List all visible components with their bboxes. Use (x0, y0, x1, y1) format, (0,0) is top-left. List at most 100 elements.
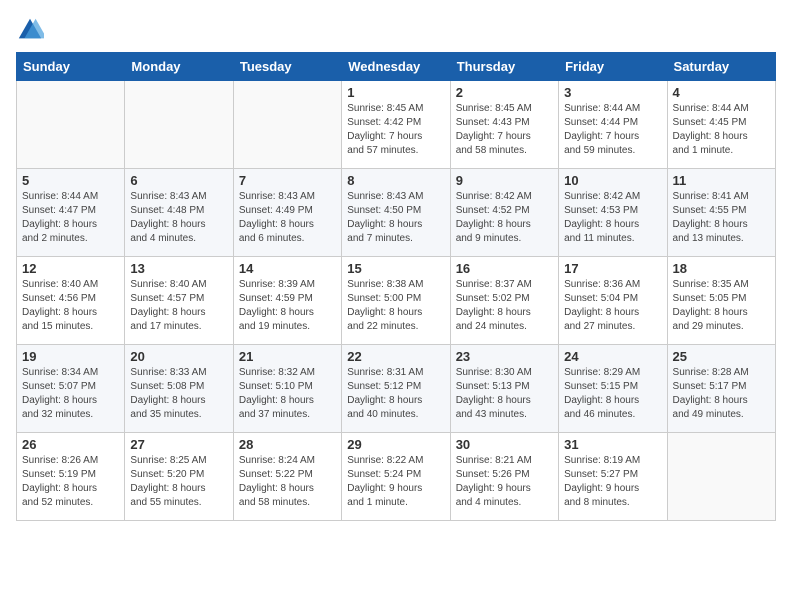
day-info: Sunrise: 8:44 AM Sunset: 4:45 PM Dayligh… (673, 102, 770, 158)
calendar-week-row: 19 Sunrise: 8:34 AM Sunset: 5:07 PM Dayli… (17, 345, 776, 433)
day-info: Sunrise: 8:30 AM Sunset: 5:13 PM Dayligh… (456, 366, 553, 422)
day-number: 3 (564, 85, 661, 100)
day-number: 4 (673, 85, 770, 100)
day-info: Sunrise: 8:34 AM Sunset: 5:07 PM Dayligh… (22, 366, 119, 422)
day-info: Sunrise: 8:22 AM Sunset: 5:24 PM Dayligh… (347, 454, 444, 510)
calendar-cell: 2 Sunrise: 8:45 AM Sunset: 4:43 PM Daylig… (450, 81, 558, 169)
day-info: Sunrise: 8:37 AM Sunset: 5:02 PM Dayligh… (456, 278, 553, 334)
day-number: 2 (456, 85, 553, 100)
day-number: 21 (239, 349, 336, 364)
day-info: Sunrise: 8:39 AM Sunset: 4:59 PM Dayligh… (239, 278, 336, 334)
column-header-friday: Friday (559, 53, 667, 81)
calendar-cell: 31 Sunrise: 8:19 AM Sunset: 5:27 PM Dayli… (559, 433, 667, 521)
day-number: 15 (347, 261, 444, 276)
calendar-cell (233, 81, 341, 169)
calendar-cell: 15Sunrise: 8:38 AM Sunset: 5:00 PM Dayli… (342, 257, 450, 345)
calendar-cell: 26 Sunrise: 8:26 AM Sunset: 5:19 PM Dayli… (17, 433, 125, 521)
day-number: 16 (456, 261, 553, 276)
calendar-cell: 25 Sunrise: 8:28 AM Sunset: 5:17 PM Dayli… (667, 345, 775, 433)
day-info: Sunrise: 8:45 AM Sunset: 4:43 PM Dayligh… (456, 102, 553, 158)
day-info: Sunrise: 8:25 AM Sunset: 5:20 PM Dayligh… (130, 454, 227, 510)
day-number: 17 (564, 261, 661, 276)
calendar-cell: 6 Sunrise: 8:43 AM Sunset: 4:48 PM Daylig… (125, 169, 233, 257)
logo-icon (16, 16, 44, 44)
day-info: Sunrise: 8:24 AM Sunset: 5:22 PM Dayligh… (239, 454, 336, 510)
day-number: 10 (564, 173, 661, 188)
day-number: 31 (564, 437, 661, 452)
calendar-cell: 12 Sunrise: 8:40 AM Sunset: 4:56 PM Dayli… (17, 257, 125, 345)
calendar-cell (667, 433, 775, 521)
calendar-week-row: 12 Sunrise: 8:40 AM Sunset: 4:56 PM Dayli… (17, 257, 776, 345)
day-number: 28 (239, 437, 336, 452)
day-info: Sunrise: 8:28 AM Sunset: 5:17 PM Dayligh… (673, 366, 770, 422)
day-number: 23 (456, 349, 553, 364)
day-info: Sunrise: 8:19 AM Sunset: 5:27 PM Dayligh… (564, 454, 661, 510)
day-number: 20 (130, 349, 227, 364)
day-info: Sunrise: 8:43 AM Sunset: 4:49 PM Dayligh… (239, 190, 336, 246)
day-info: Sunrise: 8:45 AM Sunset: 4:42 PM Dayligh… (347, 102, 444, 158)
calendar-cell (17, 81, 125, 169)
calendar-cell: 11Sunrise: 8:41 AM Sunset: 4:55 PM Dayli… (667, 169, 775, 257)
day-info: Sunrise: 8:40 AM Sunset: 4:57 PM Dayligh… (130, 278, 227, 334)
day-number: 18 (673, 261, 770, 276)
day-number: 6 (130, 173, 227, 188)
day-info: Sunrise: 8:42 AM Sunset: 4:52 PM Dayligh… (456, 190, 553, 246)
calendar-cell: 21 Sunrise: 8:32 AM Sunset: 5:10 PM Dayli… (233, 345, 341, 433)
calendar-cell: 3Sunrise: 8:44 AM Sunset: 4:44 PM Daylig… (559, 81, 667, 169)
calendar-cell: 22 Sunrise: 8:31 AM Sunset: 5:12 PM Dayli… (342, 345, 450, 433)
column-header-wednesday: Wednesday (342, 53, 450, 81)
day-info: Sunrise: 8:35 AM Sunset: 5:05 PM Dayligh… (673, 278, 770, 334)
calendar-cell: 23 Sunrise: 8:30 AM Sunset: 5:13 PM Dayli… (450, 345, 558, 433)
calendar-cell: 30 Sunrise: 8:21 AM Sunset: 5:26 PM Dayli… (450, 433, 558, 521)
calendar-header-row: SundayMondayTuesdayWednesdayThursdayFrid… (17, 53, 776, 81)
day-info: Sunrise: 8:31 AM Sunset: 5:12 PM Dayligh… (347, 366, 444, 422)
calendar-cell: 29 Sunrise: 8:22 AM Sunset: 5:24 PM Dayli… (342, 433, 450, 521)
day-number: 22 (347, 349, 444, 364)
day-number: 24 (564, 349, 661, 364)
day-number: 5 (22, 173, 119, 188)
day-number: 9 (456, 173, 553, 188)
calendar-cell: 10 Sunrise: 8:42 AM Sunset: 4:53 PM Dayli… (559, 169, 667, 257)
calendar-week-row: 26 Sunrise: 8:26 AM Sunset: 5:19 PM Dayli… (17, 433, 776, 521)
calendar-cell: 19 Sunrise: 8:34 AM Sunset: 5:07 PM Dayli… (17, 345, 125, 433)
day-info: Sunrise: 8:26 AM Sunset: 5:19 PM Dayligh… (22, 454, 119, 510)
calendar-cell: 7 Sunrise: 8:43 AM Sunset: 4:49 PM Daylig… (233, 169, 341, 257)
day-info: Sunrise: 8:43 AM Sunset: 4:48 PM Dayligh… (130, 190, 227, 246)
day-info: Sunrise: 8:36 AM Sunset: 5:04 PM Dayligh… (564, 278, 661, 334)
day-number: 8 (347, 173, 444, 188)
calendar-cell: 28 Sunrise: 8:24 AM Sunset: 5:22 PM Dayli… (233, 433, 341, 521)
day-info: Sunrise: 8:43 AM Sunset: 4:50 PM Dayligh… (347, 190, 444, 246)
day-number: 19 (22, 349, 119, 364)
calendar-week-row: 5 Sunrise: 8:44 AM Sunset: 4:47 PM Daylig… (17, 169, 776, 257)
day-info: Sunrise: 8:44 AM Sunset: 4:47 PM Dayligh… (22, 190, 119, 246)
day-info: Sunrise: 8:21 AM Sunset: 5:26 PM Dayligh… (456, 454, 553, 510)
calendar-cell: 5 Sunrise: 8:44 AM Sunset: 4:47 PM Daylig… (17, 169, 125, 257)
calendar-cell: 14 Sunrise: 8:39 AM Sunset: 4:59 PM Dayli… (233, 257, 341, 345)
day-number: 27 (130, 437, 227, 452)
calendar-cell: 8 Sunrise: 8:43 AM Sunset: 4:50 PM Daylig… (342, 169, 450, 257)
day-number: 14 (239, 261, 336, 276)
page-header (16, 16, 776, 44)
calendar-cell: 4 Sunrise: 8:44 AM Sunset: 4:45 PM Daylig… (667, 81, 775, 169)
day-number: 26 (22, 437, 119, 452)
column-header-thursday: Thursday (450, 53, 558, 81)
day-number: 7 (239, 173, 336, 188)
day-number: 29 (347, 437, 444, 452)
calendar-cell: 24Sunrise: 8:29 AM Sunset: 5:15 PM Dayli… (559, 345, 667, 433)
calendar-cell: 9 Sunrise: 8:42 AM Sunset: 4:52 PM Daylig… (450, 169, 558, 257)
day-number: 11 (673, 173, 770, 188)
calendar-cell: 13 Sunrise: 8:40 AM Sunset: 4:57 PM Dayli… (125, 257, 233, 345)
calendar-cell: 1Sunrise: 8:45 AM Sunset: 4:42 PM Daylig… (342, 81, 450, 169)
column-header-monday: Monday (125, 53, 233, 81)
day-info: Sunrise: 8:40 AM Sunset: 4:56 PM Dayligh… (22, 278, 119, 334)
calendar-cell: 16 Sunrise: 8:37 AM Sunset: 5:02 PM Dayli… (450, 257, 558, 345)
day-info: Sunrise: 8:33 AM Sunset: 5:08 PM Dayligh… (130, 366, 227, 422)
column-header-tuesday: Tuesday (233, 53, 341, 81)
day-number: 25 (673, 349, 770, 364)
day-number: 12 (22, 261, 119, 276)
day-info: Sunrise: 8:42 AM Sunset: 4:53 PM Dayligh… (564, 190, 661, 246)
day-info: Sunrise: 8:32 AM Sunset: 5:10 PM Dayligh… (239, 366, 336, 422)
column-header-sunday: Sunday (17, 53, 125, 81)
day-number: 30 (456, 437, 553, 452)
day-number: 13 (130, 261, 227, 276)
